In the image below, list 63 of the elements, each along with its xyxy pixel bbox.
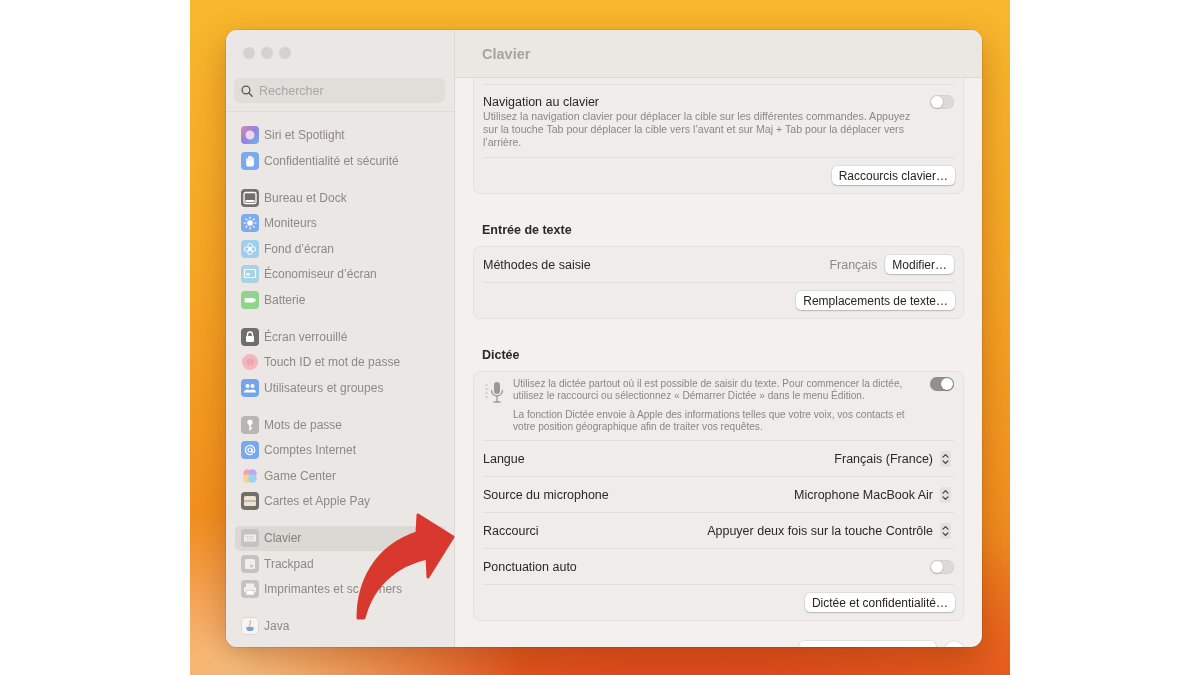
sidebar-item[interactable]: Écran verrouillé [235, 324, 446, 350]
sidebar-item[interactable]: Utilisateurs et groupes [235, 375, 446, 401]
sidebar-item[interactable]: Confidentialité et sécurité [235, 148, 446, 174]
screen-icon [241, 265, 259, 284]
hand-icon [241, 151, 259, 170]
setting-value: Français [829, 257, 878, 272]
sidebar-item[interactable]: Fond d’écran [235, 236, 446, 262]
printer-icon [241, 580, 259, 599]
bubbles-icon [241, 466, 259, 485]
microphone-icon [485, 381, 506, 403]
sidebar-item[interactable]: Mots de passe [235, 412, 446, 438]
sun-icon [241, 214, 259, 233]
setting-label: Langue [483, 451, 525, 466]
sidebar-item[interactable]: Bureau et Dock [235, 185, 446, 211]
action-button[interactable]: Raccourcis clavier… [831, 166, 955, 185]
up-down-chevron-icon [940, 522, 951, 539]
flower-icon [241, 239, 259, 258]
cup-icon [241, 617, 259, 636]
sidebar-item[interactable]: Imprimantes et sc ners [235, 576, 446, 602]
toggle-switch[interactable] [930, 377, 954, 391]
users-icon [241, 378, 259, 397]
toggle-switch[interactable] [930, 95, 954, 109]
sidebar-item[interactable]: Batterie [235, 287, 446, 313]
setting-label: Source du microphone [483, 487, 609, 502]
search-icon [241, 84, 253, 97]
sidebar-item[interactable]: Game Center [235, 463, 446, 489]
sidebar-item[interactable]: Siri et Spotlight [235, 122, 446, 148]
sidebar-item[interactable]: Cartes et Apple Pay [235, 488, 446, 514]
setting-label: Navigation au clavier [483, 95, 601, 109]
up-down-chevron-icon [940, 450, 951, 467]
info-paragraph: La fonction Dictée envoie à Apple des informations telles que votre voix, vos contacts et votre position géographique afin de traiter vos requêtes. [513, 409, 906, 433]
popup-button[interactable]: Microphone MacBook Air [794, 486, 951, 503]
action-button[interactable]: Dictée et confidentialité… [804, 593, 955, 612]
setting-label: Raccourci [483, 523, 539, 538]
section-heading: Dictée [482, 347, 521, 363]
sidebar-item[interactable]: Java [235, 613, 446, 639]
popup-button[interactable]: Français (France) [834, 450, 951, 467]
action-button[interactable]: Modifier… [885, 255, 954, 274]
setting-label: Ponctuation auto [483, 559, 577, 574]
lock-icon [241, 327, 259, 346]
battery-icon [241, 290, 259, 309]
fingerprint-icon [241, 353, 259, 372]
window-title: Clavier [482, 45, 531, 62]
trackpad-icon [241, 554, 259, 573]
sidebar-item[interactable]: Trackpad [235, 551, 446, 577]
orb-icon [241, 126, 259, 145]
setting-description: Utilisez la navigation clavier pour déplacer la cible sur les différentes commandes. Appuyez sur la touche Tab pour déplacer la cible vers l’avant et sur Maj + Tab pour la déplacer vers l’arrière. [483, 110, 912, 149]
at-sign-icon [241, 441, 259, 460]
wallet-icon [241, 492, 259, 511]
sidebar-item[interactable]: Moniteurs [235, 210, 446, 236]
toggle-switch[interactable] [930, 559, 954, 574]
up-down-chevron-icon [940, 486, 951, 503]
dock-icon [241, 188, 259, 207]
sidebar-item[interactable]: Économiseur d’écran [235, 261, 446, 287]
setting-label: Méthodes de saisie [483, 257, 591, 272]
popup-button[interactable]: Appuyer deux fois sur la touche Contrôle [707, 522, 951, 539]
info-paragraph: Utilisez la dictée partout où il est possible de saisir du texte. Pour commencer la dictée, utilisez le raccourci ou sélectionnez « Démarrer Dictée » dans le menu Édition. [513, 378, 904, 402]
keyboard-icon [241, 529, 259, 548]
key-icon [241, 415, 259, 434]
sidebar-item[interactable]: Touch ID et mot de passe [235, 349, 446, 375]
section-heading: Entrée de texte [482, 222, 573, 238]
sidebar-item[interactable]: Comptes Internet [235, 437, 446, 463]
action-button[interactable]: Remplacements de texte… [796, 291, 955, 310]
